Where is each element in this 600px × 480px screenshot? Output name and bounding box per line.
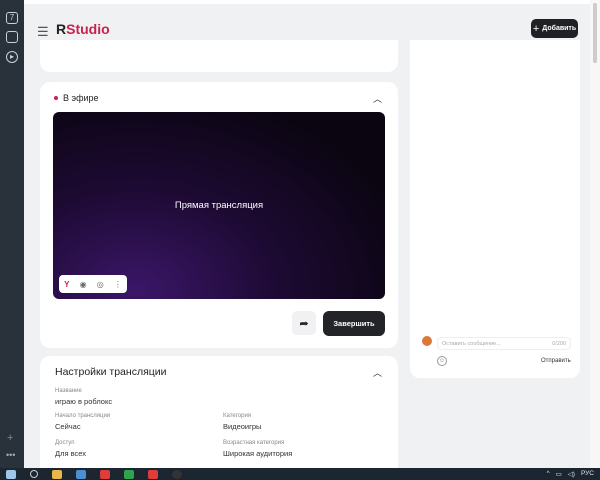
search-icon[interactable] bbox=[30, 470, 38, 478]
share-button[interactable]: ➦ bbox=[292, 311, 316, 335]
chevron-up-icon[interactable]: ︿ bbox=[373, 92, 382, 105]
field-label: Название bbox=[55, 388, 82, 394]
field-label: Начало трансляции bbox=[55, 413, 111, 419]
settings-card: Настройки трансляции ︿ Название играю в р… bbox=[40, 356, 398, 476]
taskbar bbox=[0, 468, 600, 480]
scrollbar-thumb[interactable] bbox=[593, 3, 597, 63]
folder-icon[interactable] bbox=[52, 469, 62, 479]
avatar bbox=[422, 336, 432, 346]
app-green-icon[interactable] bbox=[124, 469, 134, 479]
chevron-up-icon[interactable]: ︿ bbox=[373, 366, 382, 379]
language-indicator[interactable]: РУС bbox=[581, 470, 594, 478]
field-value: Сейчас bbox=[55, 422, 81, 431]
field-value: Видеоигры bbox=[223, 422, 262, 431]
send-button[interactable]: Отправить bbox=[541, 358, 571, 364]
eye-icon[interactable]: ◉ bbox=[80, 280, 87, 289]
field-label: Доступ bbox=[55, 440, 75, 446]
field-access[interactable]: Доступ Для всех bbox=[55, 440, 86, 458]
app-red-icon[interactable] bbox=[148, 469, 158, 479]
top-card bbox=[40, 40, 398, 72]
logo-r: R bbox=[56, 21, 67, 37]
field-name[interactable]: Название играю в роблокс bbox=[55, 388, 112, 406]
yandex-browser-icon[interactable] bbox=[100, 469, 110, 479]
left-sidebar: 7 ▸ + ••• bbox=[0, 0, 24, 468]
settings-title: Настройки трансляции bbox=[55, 366, 167, 378]
system-tray: ^ ▭ ◁) РУС bbox=[547, 470, 594, 478]
char-counter: 0/200 bbox=[552, 340, 566, 347]
chevron-up-icon[interactable]: ^ bbox=[547, 470, 550, 478]
field-start[interactable]: Начало трансляции Сейчас bbox=[55, 413, 110, 431]
live-dot-icon bbox=[54, 96, 58, 100]
more-icon[interactable]: ••• bbox=[6, 450, 15, 460]
windows-icon[interactable] bbox=[6, 469, 16, 479]
app-dark-icon[interactable] bbox=[172, 469, 182, 479]
video-toolbar: Y ◉ ◎ ⋮ bbox=[59, 275, 127, 293]
add-button[interactable]: + Добавить bbox=[531, 19, 578, 38]
store-icon[interactable] bbox=[76, 469, 86, 479]
live-card: В эфире ︿ Прямая трансляция Y ◉ ◎ ⋮ ➦ За… bbox=[40, 82, 398, 348]
message-placeholder: Оставить сообщение... bbox=[442, 340, 501, 347]
field-age[interactable]: Возрастная категория Широкая аудитория bbox=[223, 440, 292, 458]
message-input[interactable]: Оставить сообщение... 0/200 bbox=[437, 337, 571, 350]
field-label: Возрастная категория bbox=[223, 440, 285, 446]
top-bar bbox=[24, 0, 590, 4]
scrollbar[interactable] bbox=[590, 0, 600, 468]
video-text: Прямая трансляция bbox=[174, 200, 264, 211]
field-value: играю в роблокс bbox=[55, 397, 113, 406]
field-label: Категория bbox=[223, 413, 252, 419]
emoji-icon[interactable]: ☺ bbox=[437, 356, 447, 366]
logo[interactable]: RStudio bbox=[56, 21, 110, 37]
plus-icon[interactable]: + bbox=[7, 432, 13, 444]
yandex-icon[interactable]: Y bbox=[64, 280, 69, 289]
image-icon[interactable] bbox=[6, 31, 18, 43]
play-icon[interactable]: ▸ bbox=[6, 51, 18, 63]
network-icon[interactable]: ▭ bbox=[556, 470, 562, 478]
volume-icon[interactable]: ◁) bbox=[568, 470, 575, 478]
live-title: В эфире bbox=[54, 93, 99, 103]
end-button[interactable]: Завершить bbox=[323, 311, 385, 336]
field-value: Для всех bbox=[55, 449, 87, 458]
share-icon: ➦ bbox=[299, 317, 309, 330]
menu-icon[interactable]: ☰ bbox=[37, 24, 49, 40]
viewers-icon[interactable]: ◎ bbox=[97, 280, 104, 289]
add-label: Добавить bbox=[542, 25, 577, 32]
field-category[interactable]: Категория Видеоигры bbox=[223, 413, 261, 431]
logo-studio: Studio bbox=[66, 21, 110, 37]
chat-panel: Оставить сообщение... 0/200 ☺ Отправить bbox=[410, 40, 580, 378]
more-icon[interactable]: ⋮ bbox=[114, 280, 122, 289]
plus-icon: + bbox=[532, 22, 540, 35]
field-value: Широкая аудитория bbox=[223, 449, 293, 458]
video-player[interactable]: Прямая трансляция Y ◉ ◎ ⋮ bbox=[53, 112, 385, 299]
live-title-text: В эфире bbox=[63, 93, 99, 103]
number-icon[interactable]: 7 bbox=[6, 12, 18, 24]
